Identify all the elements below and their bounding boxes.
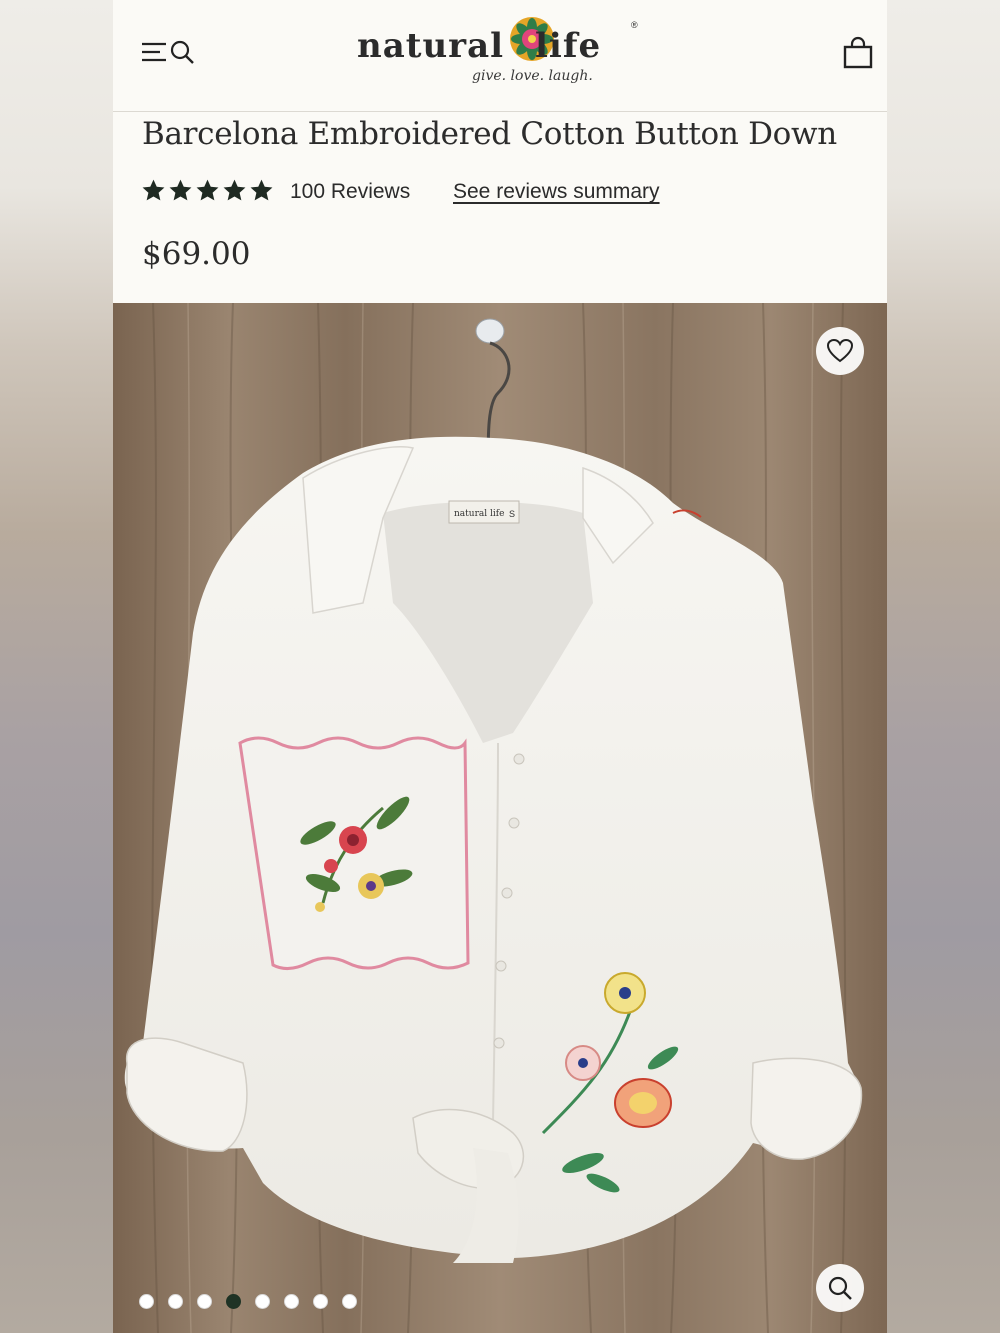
gallery-dot[interactable] — [197, 1294, 212, 1309]
menu-search-button[interactable] — [141, 36, 195, 68]
site-header: natural life ® give. love. laugh. — [113, 0, 887, 112]
gallery-dot[interactable] — [139, 1294, 154, 1309]
zoom-button[interactable] — [816, 1264, 864, 1312]
product-price: $69.00 — [142, 236, 251, 272]
product-image-gallery[interactable]: natural life S — [113, 303, 887, 1333]
search-icon[interactable] — [169, 39, 195, 65]
star-icon — [169, 179, 192, 201]
registered-mark: ® — [631, 20, 638, 30]
gallery-dot-active[interactable] — [226, 1294, 241, 1309]
heart-icon — [826, 338, 854, 363]
menu-icon[interactable] — [141, 41, 167, 63]
product-title: Barcelona Embroidered Cotton Button Down — [142, 116, 837, 152]
mobile-page: natural life ® give. love. laugh. Barcel… — [113, 0, 887, 1333]
gallery-dot[interactable] — [342, 1294, 357, 1309]
logo-word-right: life — [535, 26, 602, 66]
rating-stars[interactable] — [141, 178, 274, 203]
logo-word-left: natural — [357, 26, 505, 66]
favorite-button[interactable] — [816, 327, 864, 375]
gallery-dot[interactable] — [313, 1294, 328, 1309]
star-icon — [142, 179, 165, 201]
star-icon — [196, 179, 219, 201]
star-icon — [223, 179, 246, 201]
reviews-summary-link[interactable]: See reviews summary — [453, 180, 660, 204]
gallery-dot[interactable] — [255, 1294, 270, 1309]
product-photo[interactable]: natural life S — [113, 303, 887, 1333]
gallery-dot[interactable] — [284, 1294, 299, 1309]
brand-logo[interactable]: natural life ® give. love. laugh. — [357, 12, 647, 98]
shopping-bag-icon[interactable] — [841, 36, 875, 70]
gallery-pagination — [139, 1294, 357, 1309]
review-count[interactable]: 100 Reviews — [290, 180, 410, 204]
zoom-icon — [828, 1276, 852, 1300]
gallery-dot[interactable] — [168, 1294, 183, 1309]
shirt-tag-size: S — [509, 509, 515, 519]
shirt-tag-text: natural life — [454, 509, 504, 519]
star-icon — [250, 179, 273, 201]
logo-tagline: give. love. laugh. — [472, 68, 593, 84]
